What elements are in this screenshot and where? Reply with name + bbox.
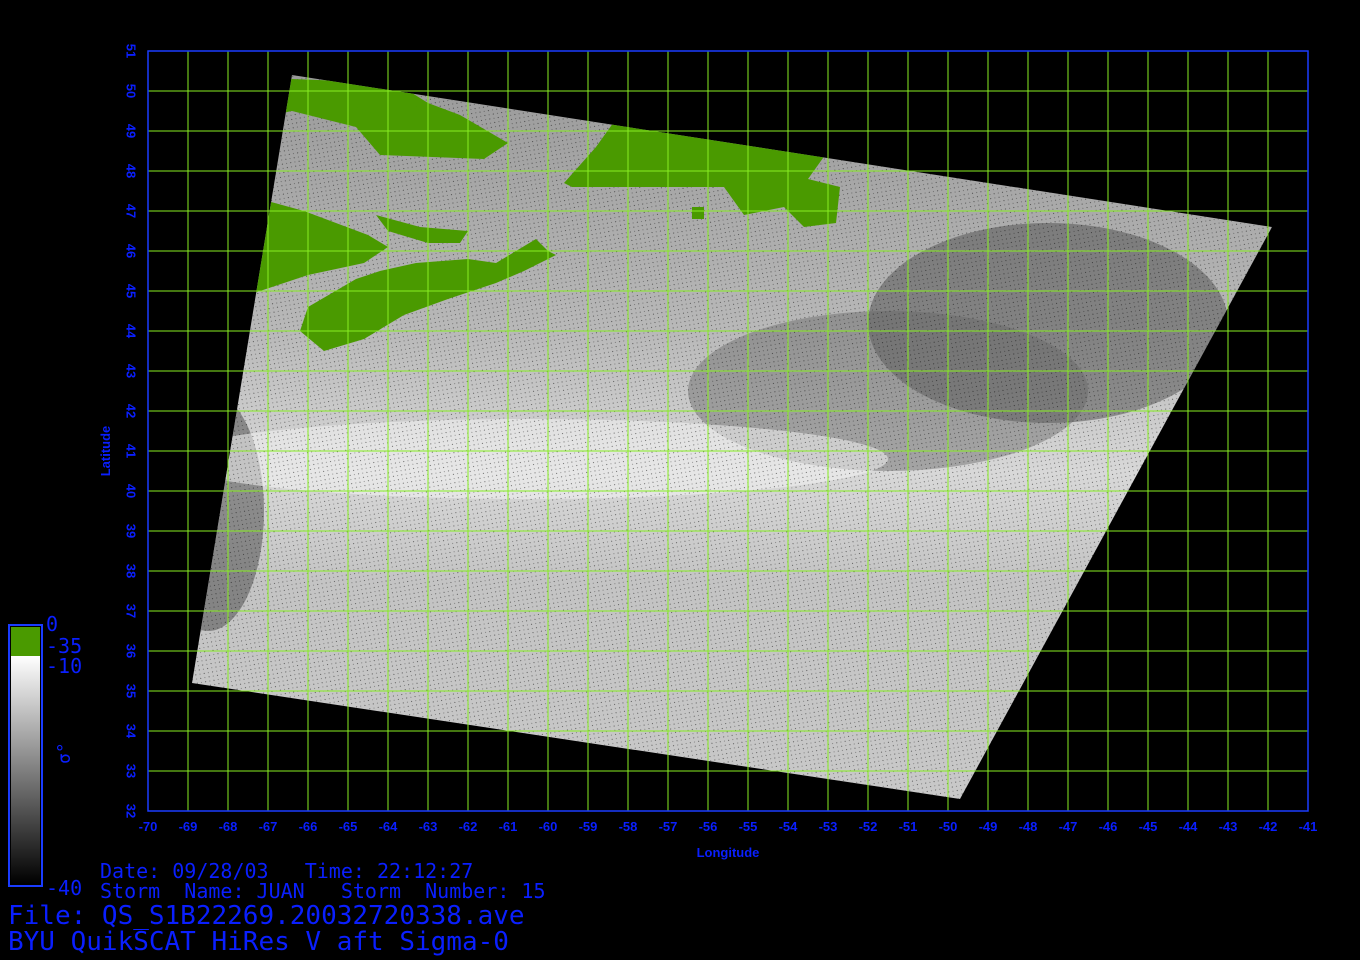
latitude-tick-label: 44 [124,324,139,339]
latitude-tick-label: 38 [124,564,139,578]
longitude-tick-label: -70 [139,819,158,834]
swath-image [192,75,1272,799]
latitude-tick-label: 40 [124,484,139,498]
longitude-tick-label: -64 [379,819,399,834]
file-name-line: File: QS_S1B22269.20032720338.ave [8,901,525,931]
y-axis-label: Latitude [98,426,113,477]
colorbar-symbol: σ° [54,742,75,764]
longitude-tick-label: -42 [1259,819,1278,834]
longitude-tick-label: -67 [259,819,278,834]
longitude-tick-label: -44 [1179,819,1199,834]
latitude-tick-label: 32 [124,804,139,818]
x-axis-label: Longitude [697,845,760,860]
land-saint-pierre [692,207,704,219]
longitude-tick-label: -53 [819,819,838,834]
colorbar-label-upper: -35 [46,634,83,658]
longitude-tick-labels: -70 -69 -68 -67 -66 -65 -64 -63 -62 -61 -60 -59 -58 -… [139,819,1318,834]
longitude-tick-label: -55 [739,819,758,834]
latitude-tick-label: 50 [124,84,139,98]
longitude-tick-label: -66 [299,819,318,834]
latitude-tick-label: 48 [124,164,139,178]
longitude-tick-label: -41 [1299,819,1318,834]
latitude-tick-label: 33 [124,764,139,778]
latitude-tick-label: 49 [124,124,139,138]
latitude-tick-label: 47 [124,204,139,218]
longitude-tick-label: -58 [619,819,638,834]
colorbar-land-segment [11,627,40,656]
product-title-line: BYU QuikSCAT HiRes V aft Sigma-0 [8,927,509,957]
latitude-tick-labels: 32 33 34 35 36 37 38 39 40 41 42 43 44 45 46 47 48 49 50 51 [124,44,139,818]
longitude-tick-label: -43 [1219,819,1238,834]
colorbar-label-mid: -10 [46,654,83,678]
latitude-tick-label: 37 [124,604,139,618]
longitude-tick-label: -45 [1139,819,1158,834]
latitude-tick-label: 51 [124,44,139,58]
latitude-tick-label: 45 [124,284,139,298]
sigma0-map: -70 -69 -68 -67 -66 -65 -64 -63 -62 -61 -60 -59 -58 -… [8,44,1318,887]
latitude-tick-label: 42 [124,404,139,418]
latitude-tick-label: 36 [124,644,139,658]
map-figure: -70 -69 -68 -67 -66 -65 -64 -63 -62 -61 -60 -59 -58 -… [0,0,1360,960]
colorbar-sigma-gradient [11,656,40,884]
latitude-tick-label: 41 [124,444,139,458]
latitude-tick-label: 35 [124,684,139,698]
latitude-tick-label: 39 [124,524,139,538]
longitude-tick-label: -47 [1059,819,1078,834]
colorbar [8,624,43,887]
longitude-tick-label: -68 [219,819,238,834]
longitude-tick-label: -49 [979,819,998,834]
longitude-tick-label: -48 [1019,819,1038,834]
longitude-tick-label: -57 [659,819,678,834]
longitude-tick-label: -56 [699,819,718,834]
longitude-tick-label: -59 [579,819,598,834]
longitude-tick-label: -62 [459,819,478,834]
longitude-tick-label: -50 [939,819,958,834]
longitude-tick-label: -65 [339,819,358,834]
latitude-tick-label: 46 [124,244,139,258]
longitude-tick-label: -52 [859,819,878,834]
longitude-tick-label: -61 [499,819,518,834]
colorbar-label-top: 0 [46,612,59,636]
longitude-tick-label: -60 [539,819,558,834]
longitude-tick-label: -63 [419,819,438,834]
longitude-tick-label: -69 [179,819,198,834]
storm-info-line: Storm Name: JUAN Storm Number: 15 [100,879,546,903]
longitude-tick-label: -46 [1099,819,1118,834]
latitude-tick-label: 43 [124,364,139,378]
date-time-line: Date: 09/28/03 Time: 22:12:27 [100,859,474,883]
longitude-tick-label: -54 [779,819,799,834]
longitude-tick-label: -51 [899,819,918,834]
latitude-tick-label: 34 [124,724,139,739]
colorbar-label-bottom: -40 [46,876,83,900]
